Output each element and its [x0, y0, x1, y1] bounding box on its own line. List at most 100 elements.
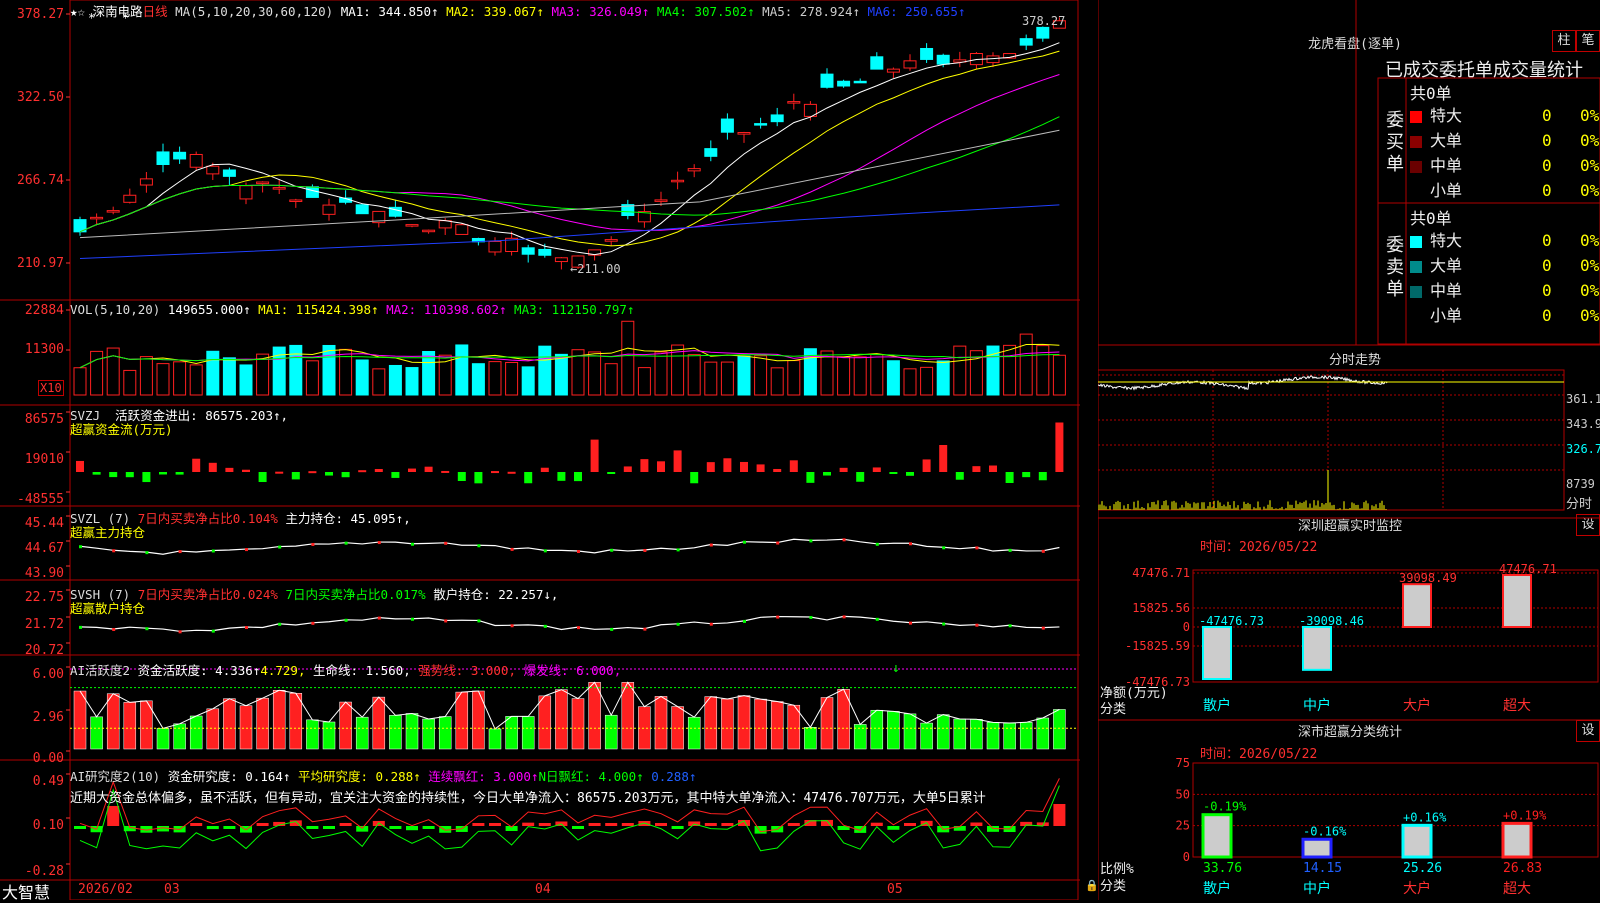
research-bar — [655, 823, 667, 826]
candle-body — [90, 216, 104, 220]
svzl-line — [79, 538, 1060, 555]
volume-bar — [123, 369, 137, 396]
volume-bar — [903, 368, 917, 396]
research-bar — [970, 822, 983, 826]
activity-bar — [804, 727, 817, 750]
volume-bar — [156, 363, 170, 396]
candle-body — [305, 186, 319, 198]
activity-bar — [189, 715, 203, 750]
activity-bar — [870, 709, 884, 750]
candle-body — [422, 229, 436, 233]
activity-bar — [438, 716, 452, 750]
svzl-line-dot — [743, 540, 746, 544]
candle-body — [654, 199, 668, 202]
svsh-tick: 22.75 — [24, 590, 64, 605]
activity-bar — [422, 718, 435, 750]
svsh-line-dot — [245, 626, 248, 630]
x-tick: 04 — [535, 882, 551, 897]
candle-body — [139, 178, 153, 186]
flow-bar — [673, 450, 682, 472]
activity-bar — [1019, 722, 1033, 750]
candle-body — [604, 239, 618, 242]
svsh-line-dot — [145, 627, 149, 631]
star-icon[interactable]: ☆ — [78, 4, 86, 19]
candle-body — [671, 179, 685, 183]
star-icon[interactable]: ★ — [70, 4, 78, 19]
price-tick: 322.50 — [17, 90, 64, 105]
monitor-cat: 中户 — [1303, 697, 1331, 714]
svzl-line-dot — [278, 545, 282, 549]
activity-bar — [322, 721, 336, 750]
activity-bar — [455, 691, 469, 750]
candle-body — [156, 151, 170, 165]
flow-bar — [109, 472, 118, 478]
monitor-cat: 大户 — [1403, 697, 1431, 714]
research-bar — [588, 823, 601, 826]
volume-bar — [471, 363, 485, 396]
candle-body — [870, 56, 884, 70]
flow-bar — [374, 468, 383, 472]
candle-body — [405, 224, 419, 227]
flow-bar — [125, 472, 134, 478]
volume-bar — [837, 356, 851, 396]
period-label[interactable]: 日线 — [143, 4, 168, 19]
svzl-line-dot — [776, 541, 780, 545]
classify-value: 33.76 — [1203, 861, 1242, 876]
candle-body — [538, 248, 552, 256]
flow-bar — [258, 472, 267, 483]
activity-bar — [953, 718, 967, 750]
activity-bar — [289, 693, 303, 750]
stock-name[interactable]: 深南电路 — [93, 4, 143, 19]
candle-body — [173, 151, 187, 160]
activity-bar — [355, 716, 369, 750]
activity-bar — [970, 719, 983, 750]
volume-bar — [90, 350, 104, 396]
monitor-tick: 15825.56 — [1132, 601, 1190, 615]
price-tick: 210.97 — [17, 256, 64, 271]
candle-body — [1019, 38, 1033, 46]
activity-bar — [604, 714, 618, 750]
activity-bar — [256, 697, 269, 750]
classify-bar — [1201, 813, 1233, 859]
volume-bar — [1019, 333, 1033, 396]
flow-bar — [159, 472, 167, 475]
svsh-line-dot — [1008, 624, 1012, 628]
volume-bar — [239, 364, 253, 396]
volume-bar — [455, 344, 469, 396]
research-bar — [223, 826, 236, 829]
flow-bar — [723, 458, 732, 472]
activity-bar — [887, 711, 900, 750]
flow-bar — [922, 459, 931, 472]
classify-tick: 0 — [1183, 850, 1190, 864]
volume-bar — [820, 350, 834, 396]
volume-bar — [139, 356, 153, 396]
classify-cat: 大户 — [1403, 880, 1431, 897]
ai2-tick: -0.28 — [24, 864, 64, 879]
monitor-bar-label: 47476.71 — [1499, 562, 1557, 576]
volume-bar — [405, 367, 419, 396]
activity-bar — [156, 728, 170, 750]
volume-bar — [106, 347, 120, 396]
svzl-line-dot — [610, 548, 614, 552]
research-bar — [621, 823, 634, 826]
flow-bar — [1055, 422, 1064, 472]
candle-body — [853, 80, 867, 84]
svsh-line-dot — [942, 622, 946, 626]
volume-bar — [687, 354, 701, 396]
classify-value: 14.15 — [1303, 861, 1342, 876]
activity-bar — [903, 713, 917, 750]
research-bar — [1053, 804, 1066, 826]
lock-icon[interactable]: 🔒 — [1085, 879, 1099, 892]
svzl-line-dot — [975, 546, 979, 550]
candle-body — [554, 257, 568, 263]
flow-bar — [706, 462, 715, 472]
ma-params[interactable]: MA(5,10,20,30,60,120) — [175, 4, 333, 19]
flow-bar — [242, 469, 250, 472]
flow-bar — [441, 470, 450, 473]
volume-bar — [853, 356, 867, 396]
flow-bar — [341, 472, 350, 478]
flow-bar — [590, 439, 599, 472]
research-bar — [422, 826, 435, 829]
kline-chart-area[interactable]: * *↓ — [0, 0, 1080, 900]
volume-bar — [322, 344, 336, 396]
